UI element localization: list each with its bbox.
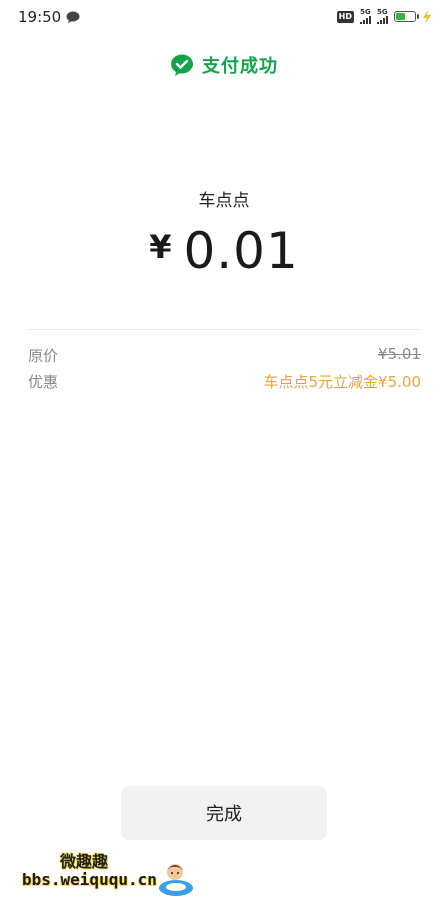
hd-voice-icon: HD [336, 10, 354, 23]
wechat-pay-check-icon [171, 54, 193, 76]
status-time: 19:50 [18, 8, 62, 26]
done-button[interactable]: 完成 [121, 786, 327, 840]
divider [28, 329, 421, 330]
original-price-value: ¥5.01 [378, 345, 421, 363]
status-bar: 19:50 HD 5G 5G [0, 0, 448, 36]
charging-icon [423, 9, 431, 24]
original-price-row: 原价 ¥5.01 [28, 345, 421, 366]
payment-success-header: 支付成功 [0, 52, 448, 78]
battery-icon [394, 11, 419, 22]
system-indicators: HD 5G 5G [336, 9, 432, 24]
discount-label: 优惠 [28, 373, 59, 391]
discount-value: 车点点5元立减金¥5.00 [263, 373, 422, 391]
original-price-label: 原价 [28, 347, 59, 365]
watermark-url: bbs.weiququ.cn [22, 870, 157, 889]
payment-amount: ¥ 0.01 [0, 222, 448, 280]
message-notification-icon [66, 11, 80, 23]
mascot-icon [159, 864, 193, 896]
watermark-title: 微趣趣 [60, 852, 109, 871]
site-watermark: 微趣趣 bbs.weiququ.cn [22, 848, 202, 904]
signal-icon: 5G [377, 9, 388, 24]
success-title: 支付成功 [202, 56, 278, 77]
amount-value: 0.01 [183, 222, 299, 280]
merchant-name: 车点点 [198, 191, 250, 211]
discount-row: 优惠 车点点5元立减金¥5.00 [28, 371, 421, 392]
currency-symbol: ¥ [149, 228, 172, 266]
signal-icon: 5G [360, 9, 371, 24]
